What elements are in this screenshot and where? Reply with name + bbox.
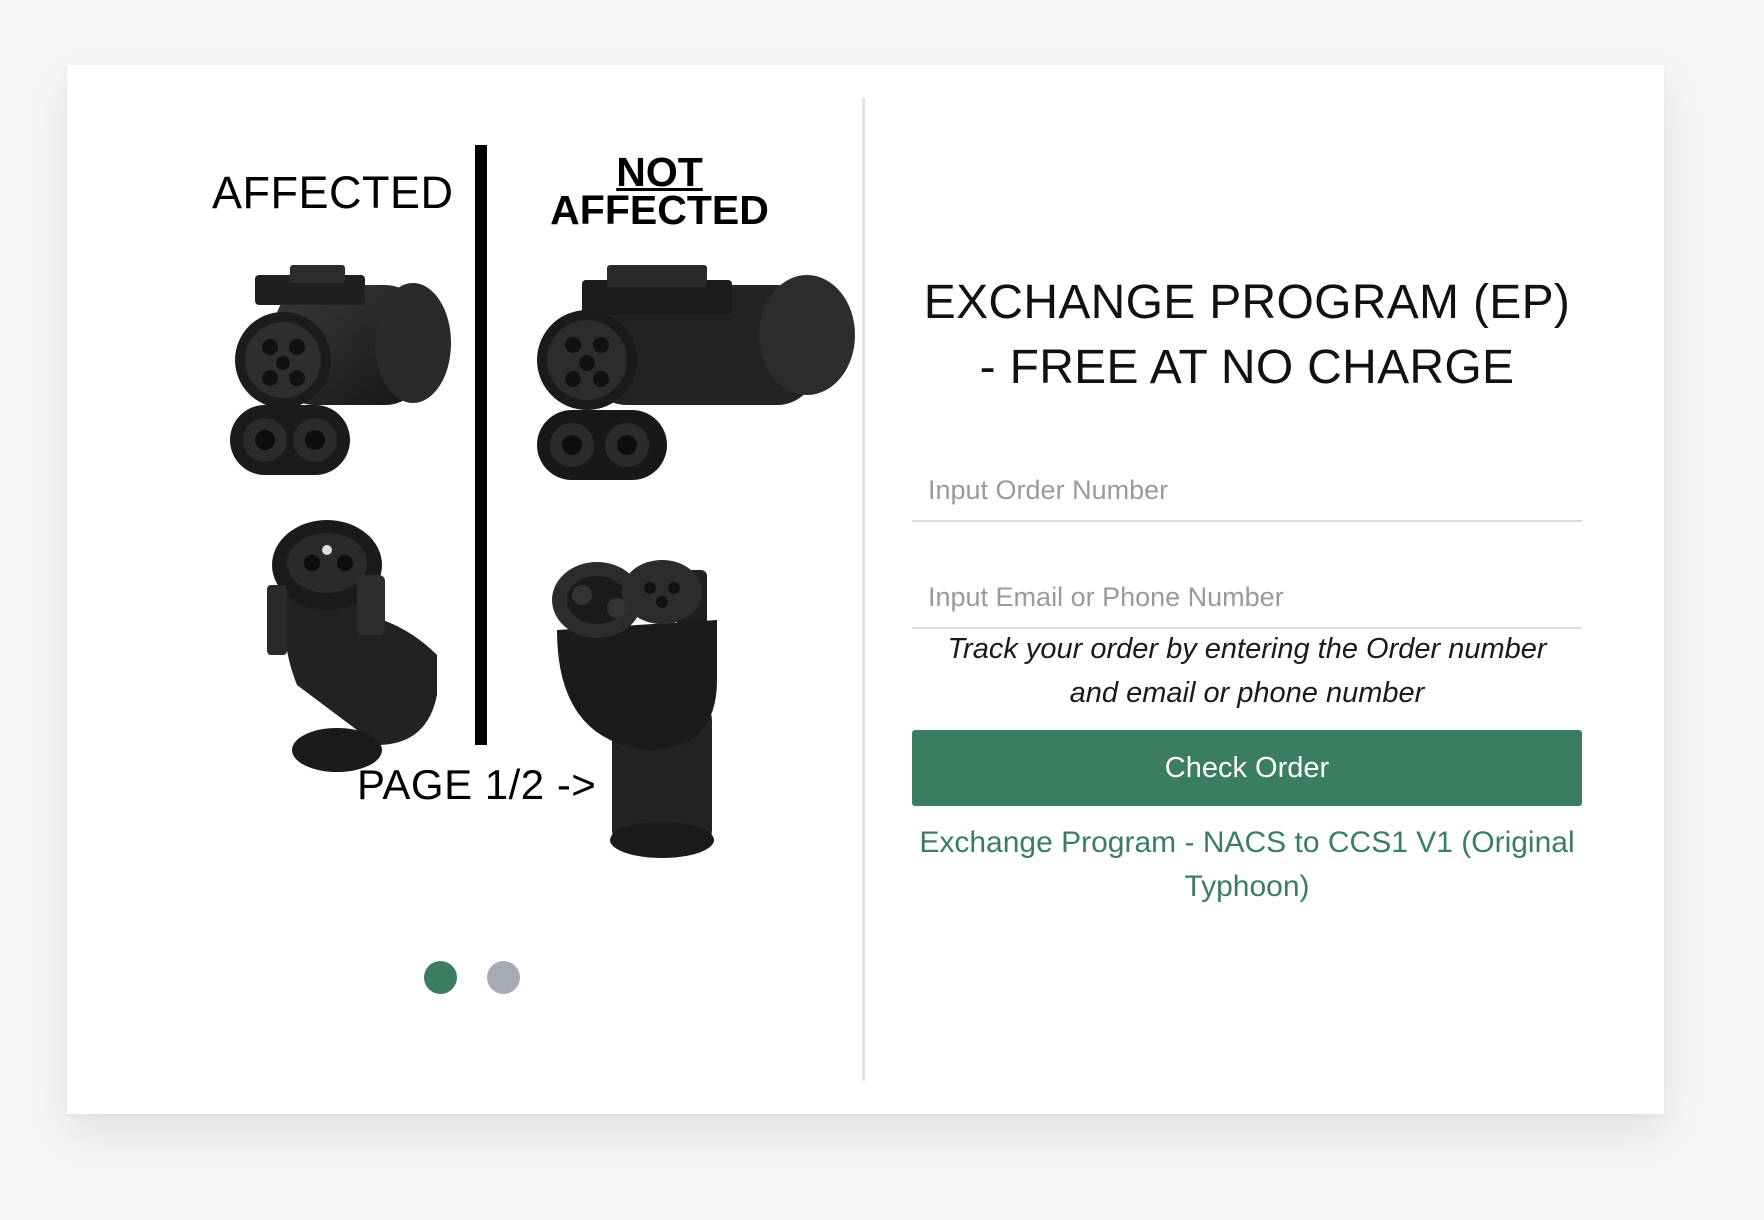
- affected-label-2: AFFECTED: [550, 187, 769, 233]
- not-label: NOT: [616, 149, 703, 195]
- page-title: EXCHANGE PROGRAM (EP) - FREE AT NO CHARG…: [912, 270, 1582, 400]
- slide-dot-1[interactable]: [424, 961, 457, 994]
- ccs1-adapter-icon: [552, 560, 717, 858]
- slide-dot-2[interactable]: [487, 961, 520, 994]
- link-line-2: Typhoon): [1184, 870, 1310, 903]
- exchange-card: AFFECTED NOT AFFECTED PAGE 1/2 -> EXCHAN…: [67, 65, 1664, 1114]
- not-affected-label: NOT AFFECTED: [537, 149, 782, 231]
- nacs-adapter-icon: [267, 520, 437, 772]
- affected-label: AFFECTED: [212, 167, 454, 218]
- helper-text: Track your order by entering the Order n…: [912, 627, 1582, 715]
- order-lookup-form: EXCHANGE PROGRAM (EP) - FREE AT NO CHARG…: [912, 65, 1582, 1114]
- slide-divider: [475, 145, 487, 745]
- helper-line-2: and email or phone number: [1069, 677, 1425, 709]
- title-line-1: EXCHANGE PROGRAM (EP): [923, 276, 1571, 329]
- order-number-input[interactable]: [912, 460, 1582, 522]
- product-slideshow[interactable]: AFFECTED NOT AFFECTED PAGE 1/2 ->: [67, 65, 862, 1114]
- exchange-program-link[interactable]: Exchange Program - NACS to CCS1 V1 (Orig…: [912, 821, 1582, 909]
- helper-line-1: Track your order by entering the Order n…: [947, 633, 1547, 665]
- slide-pagination: [424, 961, 520, 994]
- nacs-adapter-icon: [230, 265, 451, 475]
- check-order-button[interactable]: Check Order: [912, 730, 1582, 806]
- title-line-2: - FREE AT NO CHARGE: [979, 341, 1515, 394]
- ccs1-adapter-icon: [537, 265, 855, 480]
- link-line-1: Exchange Program - NACS to CCS1 V1 (Orig…: [919, 826, 1575, 859]
- email-phone-input[interactable]: [912, 567, 1582, 629]
- page-label: PAGE 1/2 ->: [357, 761, 597, 808]
- panel-divider: [862, 98, 865, 1081]
